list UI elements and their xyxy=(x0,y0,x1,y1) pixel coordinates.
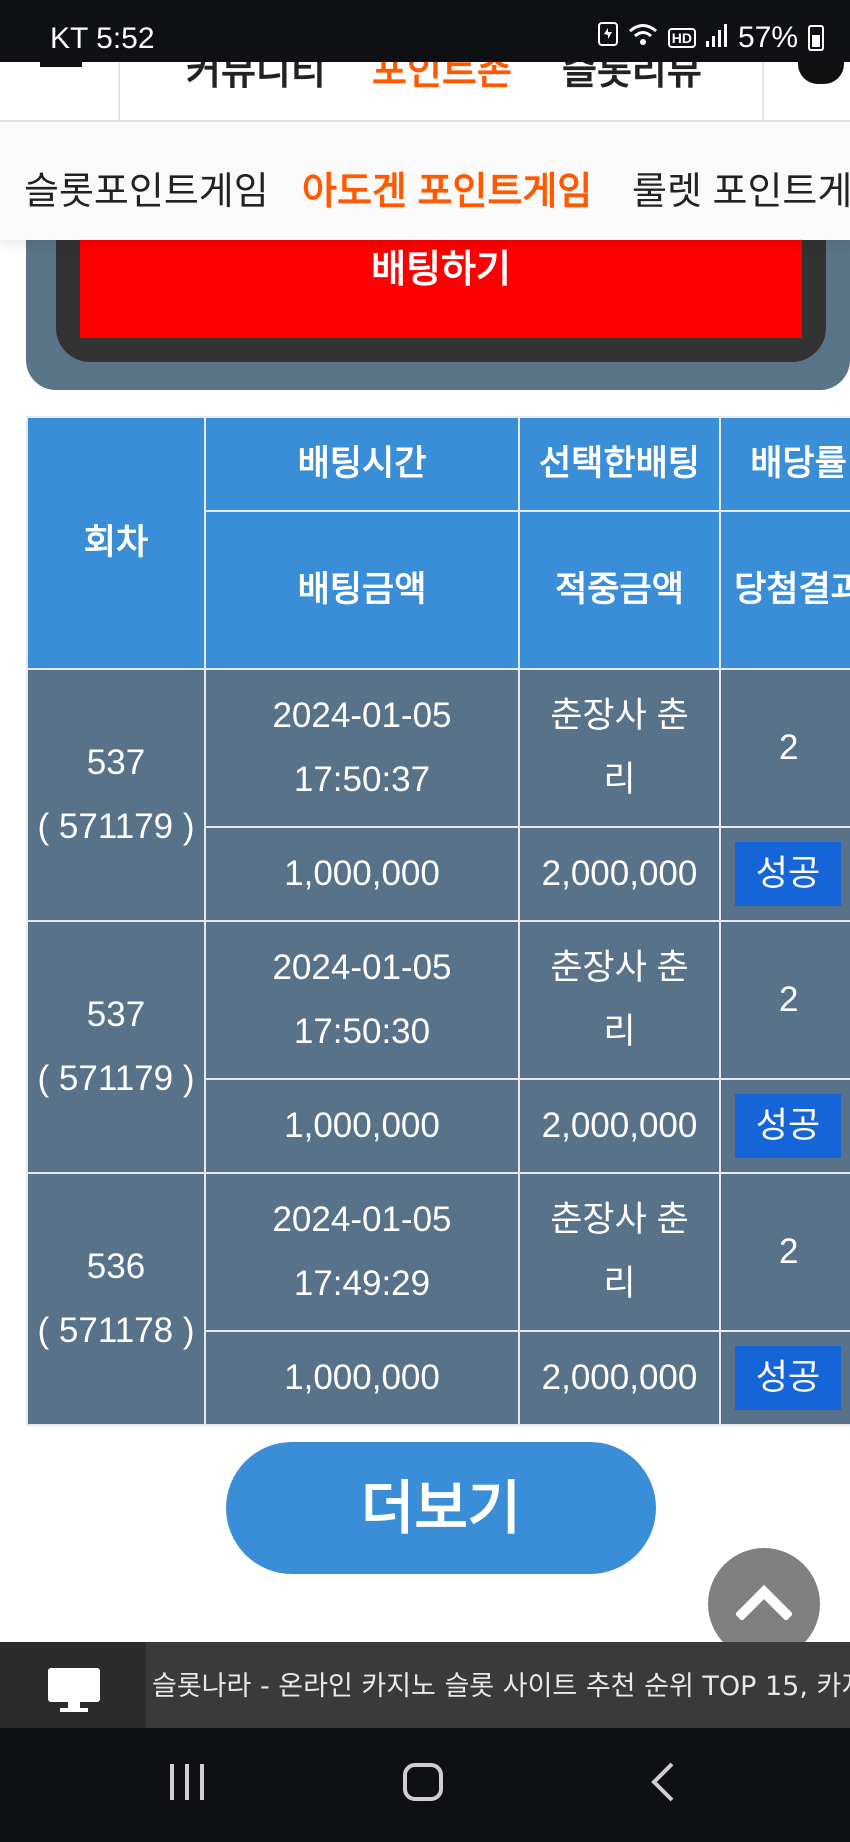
result-cell: 성공 xyxy=(719,1330,850,1426)
header-selected-bet: 선택한배팅 xyxy=(518,416,721,512)
bet-amount-cell: 1,000,000 xyxy=(204,1078,520,1174)
browser-url-bar: 슬롯나라 - 온라인 카지노 슬롯 사이트 추천 순위 TOP 15, 카지노 xyxy=(0,1642,850,1728)
home-icon[interactable] xyxy=(402,1760,446,1808)
round-cell: 537 ( 571179 ) xyxy=(26,668,206,922)
page-title-text[interactable]: 슬롯나라 - 온라인 카지노 슬롯 사이트 추천 순위 TOP 15, 카지노 xyxy=(152,1664,850,1703)
bet-amount-cell: 1,000,000 xyxy=(204,826,520,922)
selected-bet-cell: 춘장사 춘리 xyxy=(518,920,721,1080)
header-odds: 배당률 xyxy=(719,416,850,512)
top-nav-item-community[interactable]: 커뮤니티 xyxy=(186,62,326,95)
header-round: 회차 xyxy=(26,416,206,670)
header-result: 당첨결과 xyxy=(719,510,850,670)
bell-icon[interactable] xyxy=(762,62,850,120)
round-number: 536 xyxy=(86,1247,146,1286)
table-row: 537 ( 571179 ) 2024-01-05 17:50:37 춘장사 춘… xyxy=(26,668,850,922)
load-more-button[interactable]: 더보기 xyxy=(226,1442,656,1574)
carrier-time: KT 5:52 xyxy=(50,22,155,55)
bet-time: 17:50:37 xyxy=(293,760,431,799)
top-nav-item-slot-review[interactable]: 슬롯리뷰 xyxy=(562,62,702,95)
bet-date: 2024-01-05 xyxy=(272,1200,452,1239)
header-bet-time: 배팅시간 xyxy=(204,416,520,512)
selected-bet-cell: 춘장사 춘리 xyxy=(518,1172,721,1332)
odds-cell: 2 xyxy=(719,1172,850,1332)
wifi-icon xyxy=(628,21,658,55)
signal-icon xyxy=(705,21,728,55)
header-win-amount: 적중금액 xyxy=(518,510,721,670)
hd-icon: HD xyxy=(667,28,696,48)
sub-nav-item-adogen-point-game[interactable]: 아도겐 포인트게임 xyxy=(302,160,592,215)
bet-time: 17:49:29 xyxy=(293,1264,431,1303)
result-cell: 성공 xyxy=(719,1078,850,1174)
chevron-up-icon xyxy=(736,1584,792,1620)
recent-apps-icon[interactable] xyxy=(168,1760,206,1808)
back-icon[interactable] xyxy=(648,1760,678,1808)
top-nav-item-point-zone[interactable]: 포인트존 xyxy=(372,62,512,95)
status-bar: KT 5:52 HD 57% xyxy=(0,0,850,62)
bet-history-table: 회차 배팅시간 선택한배팅 배당률 배팅금액 적중금액 당첨결과 537 ( 5… xyxy=(26,416,850,1426)
desktop-view-button[interactable] xyxy=(0,1642,146,1728)
top-nav: 커뮤니티 포인트존 슬롯리뷰 xyxy=(0,62,850,122)
bet-date: 2024-01-05 xyxy=(272,948,452,987)
sync-icon xyxy=(597,20,618,56)
bet-time-cell: 2024-01-05 17:50:37 xyxy=(204,668,520,828)
round-id: ( 571179 ) xyxy=(37,807,195,846)
result-badge: 성공 xyxy=(735,1346,841,1410)
system-nav-bar xyxy=(0,1728,850,1842)
status-icons: HD 57% xyxy=(597,20,824,56)
bet-time-cell: 2024-01-05 17:50:30 xyxy=(204,920,520,1080)
result-badge: 성공 xyxy=(735,1094,841,1158)
round-cell: 536 ( 571178 ) xyxy=(26,1172,206,1426)
result-badge: 성공 xyxy=(735,842,841,906)
result-cell: 성공 xyxy=(719,826,850,922)
bet-amount-cell: 1,000,000 xyxy=(204,1330,520,1426)
bet-date: 2024-01-05 xyxy=(272,696,452,735)
odds-cell: 2 xyxy=(719,668,850,828)
battery-percent: 57% xyxy=(737,21,798,54)
round-id: ( 571178 ) xyxy=(37,1311,195,1350)
odds-cell: 2 xyxy=(719,920,850,1080)
round-id: ( 571179 ) xyxy=(37,1059,195,1098)
round-cell: 537 ( 571179 ) xyxy=(26,920,206,1174)
round-number: 537 xyxy=(86,995,146,1034)
selected-bet-cell: 춘장사 춘리 xyxy=(518,668,721,828)
table-header-row: 회차 배팅시간 선택한배팅 배당률 xyxy=(26,416,850,670)
sub-nav-item-slot-point-game[interactable]: 슬롯포인트게임 xyxy=(24,160,269,215)
win-amount-cell: 2,000,000 xyxy=(518,826,721,922)
hamburger-icon[interactable] xyxy=(0,62,120,120)
win-amount-cell: 2,000,000 xyxy=(518,1330,721,1426)
bet-time-cell: 2024-01-05 17:49:29 xyxy=(204,1172,520,1332)
header-bet-amount: 배팅금액 xyxy=(204,510,520,670)
round-number: 537 xyxy=(86,743,146,782)
sub-nav-item-roulette-point-game[interactable]: 룰렛 포인트게임 xyxy=(632,160,850,215)
win-amount-cell: 2,000,000 xyxy=(518,1078,721,1174)
desktop-icon xyxy=(48,1668,100,1712)
bet-time: 17:50:30 xyxy=(293,1012,431,1051)
battery-icon xyxy=(808,25,824,51)
table-row: 537 ( 571179 ) 2024-01-05 17:50:30 춘장사 춘… xyxy=(26,920,850,1174)
sub-nav: 슬롯포인트게임 아도겐 포인트게임 룰렛 포인트게임 xyxy=(0,122,850,240)
table-row: 536 ( 571178 ) 2024-01-05 17:49:29 춘장사 춘… xyxy=(26,1172,850,1426)
